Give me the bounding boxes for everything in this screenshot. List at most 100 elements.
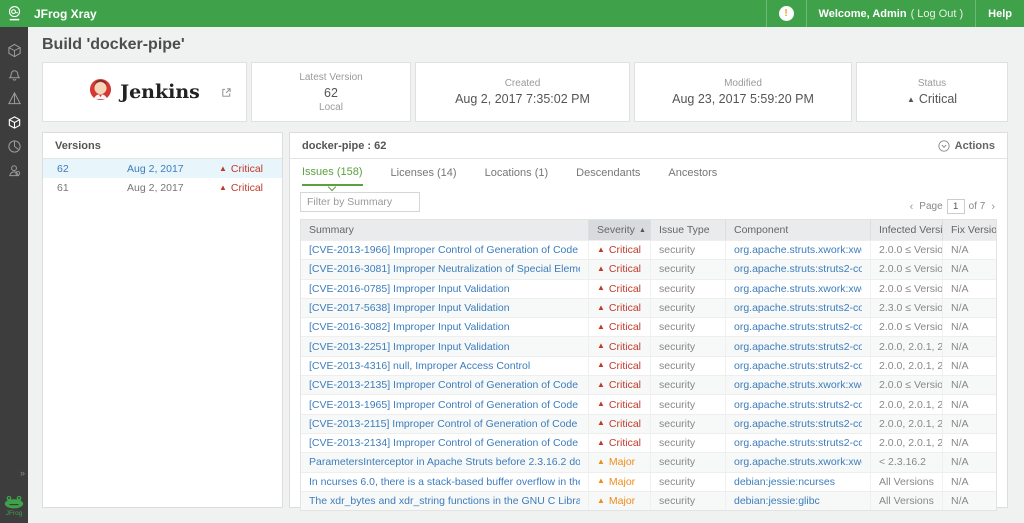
issue-row[interactable]: [CVE-2013-1966] Improper Control of Gene… [301,240,996,259]
versions-list: 62Aug 2, 2017▲Critical61Aug 2, 2017▲Crit… [43,159,282,197]
issue-row[interactable]: [CVE-2016-3081] Improper Neutralization … [301,259,996,278]
sidebar-item-watches-icon[interactable] [0,63,28,85]
issue-row[interactable]: [CVE-2013-1965] Improper Control of Gene… [301,394,996,413]
component-link[interactable]: org.apache.struts:struts2-core [734,302,862,314]
column-header-component[interactable]: Component [726,220,871,240]
tab-ancestors[interactable]: Ancestors [668,159,717,186]
sidebar-item-packages-icon[interactable] [0,39,28,61]
issue-summary-link[interactable]: [CVE-2016-0785] Improper Input Validatio… [309,283,510,295]
issue-row[interactable]: [CVE-2013-2134] Improper Control of Gene… [301,433,996,452]
issue-row[interactable]: [CVE-2013-2115] Improper Control of Gene… [301,414,996,433]
issue-summary-link[interactable]: [CVE-2013-2251] Improper Input Validatio… [309,341,510,353]
warning-icon[interactable]: ! [779,6,794,21]
component-link[interactable]: org.apache.struts:struts2-core [734,341,862,353]
severity-cell: ▲Critical [589,434,651,452]
issue-row[interactable]: [CVE-2013-2135] Improper Control of Gene… [301,375,996,394]
issue-row[interactable]: [CVE-2013-4316] null, Improper Access Co… [301,356,996,375]
prev-page-button[interactable]: ‹ [908,201,916,213]
component-link[interactable]: org.apache.struts.xwork:xwork-core [734,244,862,256]
component-link[interactable]: org.apache.struts:struts2-core [734,360,862,372]
issue-row[interactable]: [CVE-2017-5638] Improper Input Validatio… [301,298,996,317]
component-link[interactable]: org.apache.struts:struts2-core [734,263,862,275]
issue-summary-link[interactable]: [CVE-2013-2134] Improper Control of Gene… [309,437,580,449]
sidebar-item-policies-icon[interactable] [0,87,28,109]
issue-row[interactable]: ParametersInterceptor in Apache Struts b… [301,452,996,471]
jenkins-logo [89,78,112,106]
issue-summary-link[interactable]: [CVE-2016-3081] Improper Neutralization … [309,263,580,275]
issue-row[interactable]: [CVE-2016-0785] Improper Input Validatio… [301,279,996,298]
sidebar-item-builds-icon[interactable] [0,111,28,133]
severity-triangle-icon: ▲ [597,360,605,369]
sidebar-item-reports-icon[interactable] [0,135,28,157]
issue-summary-link[interactable]: [CVE-2013-1965] Improper Control of Gene… [309,399,580,411]
issue-row[interactable]: In ncurses 6.0, there is a stack-based b… [301,472,996,491]
fix-versions-cell: N/A [943,395,996,413]
issue-summary-link[interactable]: [CVE-2016-3082] Improper Input Validatio… [309,321,510,333]
next-page-button[interactable]: › [989,201,997,213]
tab-descendants[interactable]: Descendants [576,159,640,186]
issue-row[interactable]: The xdr_bytes and xdr_string functions i… [301,491,996,510]
issue-type-cell: security [651,492,726,510]
tab-issues[interactable]: Issues (158) [302,159,363,186]
tab-locations[interactable]: Locations (1) [485,159,549,186]
jfrog-logo-label: JFrog [6,510,23,517]
severity-triangle-icon: ▲ [597,496,605,505]
component-link[interactable]: debian:jessie:ncurses [734,476,835,488]
filter-summary-input[interactable] [300,192,420,212]
column-header-summary[interactable]: Summary [301,220,589,240]
double-chevron-right-icon[interactable]: » [20,468,24,478]
version-number-link[interactable]: 62 [57,163,127,175]
status-cell: Status ▲Critical [856,62,1008,122]
issue-summary-link[interactable]: [CVE-2013-2115] Improper Control of Gene… [309,418,580,430]
version-row[interactable]: 61Aug 2, 2017▲Critical [43,178,282,197]
severity-triangle-icon: ▲ [597,380,605,389]
component-link[interactable]: org.apache.struts.xwork:xwork-core [734,456,862,468]
infected-versions-cell: 2.0.0, 2.0.1, 2.0.2... [871,434,943,452]
severity-triangle-icon: ▲ [597,303,605,312]
issue-summary-link[interactable]: ParametersInterceptor in Apache Struts b… [309,456,580,468]
component-link[interactable]: org.apache.struts:struts2-core [734,437,862,449]
issue-summary-link[interactable]: [CVE-2013-4316] null, Improper Access Co… [309,360,530,372]
tab-licenses[interactable]: Licenses (14) [391,159,457,186]
component-link[interactable]: debian:jessie:glibc [734,495,820,507]
component-link[interactable]: org.apache.struts.xwork:xwork-core [734,379,862,391]
fix-versions-cell: N/A [943,241,996,259]
issue-type-cell: security [651,337,726,355]
issue-summary-link[interactable]: The xdr_bytes and xdr_string functions i… [309,495,580,507]
severity-triangle-icon: ▲ [597,245,605,254]
issue-type-cell: security [651,357,726,375]
issue-type-cell: security [651,453,726,471]
severity-triangle-icon: ▲ [597,322,605,331]
component-link[interactable]: org.apache.struts:struts2-core [734,321,862,333]
actions-button[interactable]: Actions [938,140,995,152]
severity-cell: ▲Major [589,473,651,491]
sidebar-item-users-icon[interactable] [0,159,28,181]
issue-row[interactable]: [CVE-2013-2251] Improper Input Validatio… [301,336,996,355]
issue-summary-link[interactable]: [CVE-2013-2135] Improper Control of Gene… [309,379,580,391]
issue-summary-link[interactable]: [CVE-2013-1966] Improper Control of Gene… [309,244,580,256]
version-status: ▲Critical [219,163,282,175]
component-link[interactable]: org.apache.struts:struts2-core [734,418,862,430]
page-number-input[interactable] [947,199,965,214]
column-header-infected-versi[interactable]: Infected Versi... [871,220,943,240]
issue-row[interactable]: [CVE-2016-3082] Improper Input Validatio… [301,317,996,336]
tab-bar: Issues (158) Licenses (14) Locations (1) De… [290,159,1007,186]
fix-versions-cell: N/A [943,473,996,491]
column-header-issue-type[interactable]: Issue Type [651,220,726,240]
severity-cell: ▲Critical [589,241,651,259]
version-row[interactable]: 62Aug 2, 2017▲Critical [43,159,282,178]
component-link[interactable]: org.apache.struts.xwork:xwork-core [734,283,862,295]
logout-link[interactable]: ( Log Out ) [911,8,964,20]
column-header-fix-versions[interactable]: Fix Versions [943,220,996,240]
issue-summary-link[interactable]: [CVE-2017-5638] Improper Input Validatio… [309,302,510,314]
component-link[interactable]: org.apache.struts:struts2-core [734,399,862,411]
issue-summary-link[interactable]: In ncurses 6.0, there is a stack-based b… [309,476,580,488]
external-link-icon[interactable] [221,85,232,103]
issue-type-cell: security [651,376,726,394]
version-number-link[interactable]: 61 [57,182,127,194]
help-link[interactable]: Help [975,0,1024,27]
issue-type-cell: security [651,241,726,259]
column-header-severity[interactable]: Severity▲ [589,220,651,240]
infected-versions-cell: 2.0.0 ≤ Version < ... [871,260,943,278]
infected-versions-cell: 2.0.0, 2.0.1, 2.0.2... [871,415,943,433]
